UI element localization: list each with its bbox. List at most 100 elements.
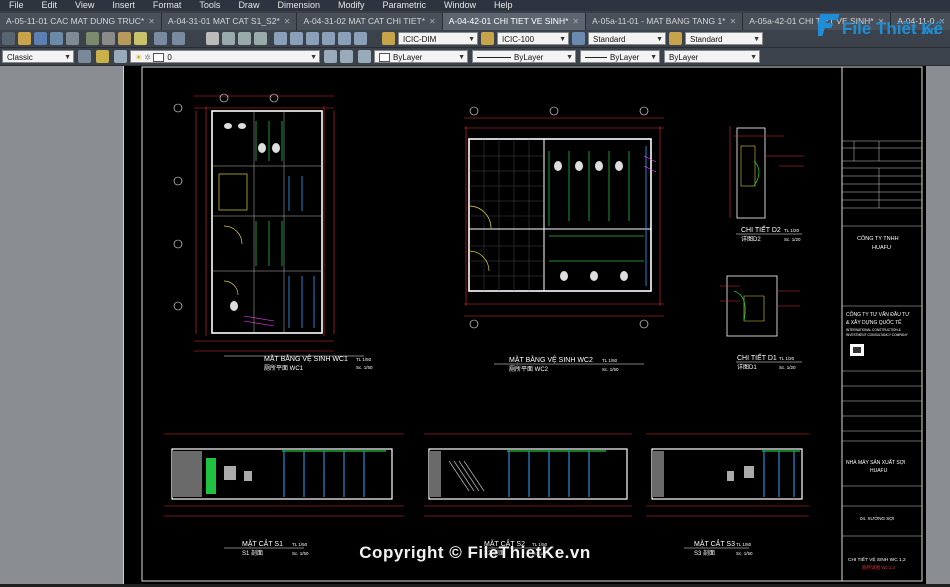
- zoom-previous-icon[interactable]: [254, 32, 267, 45]
- menu-item-view[interactable]: View: [66, 0, 103, 11]
- menu-item-edit[interactable]: Edit: [33, 0, 67, 11]
- detail-d1: CHI TIẾT D1 TL 1/20 详图D1 Sc. 1/20: [720, 275, 802, 371]
- layer-dropdown[interactable]: ☀ ✲ 0 ▼: [130, 50, 320, 63]
- color-value: ByLayer: [393, 53, 423, 62]
- plotstyle-dropdown[interactable]: ByLayer ▼: [664, 50, 760, 63]
- document-tab[interactable]: A-04-42-01 CHI TIET VE SINH* ✕: [442, 13, 587, 30]
- document-tab[interactable]: A-05a-11-01 - MAT BANG TANG 1* ✕: [586, 13, 744, 30]
- redo-icon[interactable]: [172, 32, 185, 45]
- print-icon[interactable]: [50, 32, 63, 45]
- document-tab-bar: A-05-11-01 CAC MAT DUNG TRUC* ✕ A-04-31-01…: [0, 11, 950, 30]
- layer-properties-icon[interactable]: [96, 50, 109, 63]
- match-properties-icon[interactable]: [134, 32, 147, 45]
- open-file-icon[interactable]: [18, 32, 31, 45]
- cut-icon[interactable]: [86, 32, 99, 45]
- print-preview-icon[interactable]: [66, 32, 79, 45]
- layer-tools-icon[interactable]: [358, 50, 371, 63]
- plan-wc1: MẶT BẰNG VỆ SINH WC1 TL 1/50 厕所平面 WC1 Sc…: [173, 93, 373, 372]
- copy-icon[interactable]: [102, 32, 115, 45]
- design-center-icon[interactable]: [290, 32, 303, 45]
- layer-state-icon[interactable]: [114, 50, 127, 63]
- document-tab[interactable]: A-04-31-02 MAT CAT CHI TIET* ✕: [297, 13, 443, 30]
- layer-previous-icon[interactable]: [340, 50, 353, 63]
- textstyle-dropdown[interactable]: ICIC-100 ▼: [497, 32, 569, 45]
- paste-icon[interactable]: [118, 32, 131, 45]
- workspace-value: Classic: [7, 53, 33, 62]
- detail-d2-sc: Sc. 1/20: [784, 237, 801, 242]
- chevron-down-icon: ▼: [64, 54, 71, 61]
- menu-item-draw[interactable]: Draw: [229, 0, 268, 11]
- detail-d2: CHI TIẾT D2 TL 1/20 详图D2 Sc. 1/20: [729, 126, 804, 243]
- drawing-canvas[interactable]: MẶT BẰNG VỆ SINH WC1 TL 1/50 厕所平面 WC1 Sc…: [0, 66, 950, 584]
- tablestyle-dropdown[interactable]: Standard ▼: [588, 32, 666, 45]
- document-tab[interactable]: A-05-11-01 CAC MAT DUNG TRUC* ✕: [0, 13, 162, 30]
- section-s2: MẶT CẮT S2 TL 1/50 S2 剖面 Sc. 1/50: [424, 433, 632, 557]
- menu-item-modify[interactable]: Modify: [329, 0, 374, 11]
- cad-drawing: MẶT BẰNG VỆ SINH WC1 TL 1/50 厕所平面 WC1 Sc…: [141, 66, 923, 582]
- mleaderstyle-dropdown[interactable]: Standard ▼: [685, 32, 763, 45]
- detail-d1-scale: TL 1/20: [779, 356, 795, 361]
- plan-wc2-title: MẶT BẰNG VỆ SINH WC2: [509, 355, 593, 364]
- paper-space-background-left: [0, 66, 123, 584]
- plan-wc2-sc: Sc. 1/50: [602, 367, 619, 372]
- lineweight-dropdown[interactable]: ByLayer ▼: [580, 50, 660, 63]
- layout-sheet: MẶT BẰNG VỆ SINH WC1 TL 1/50 厕所平面 WC1 Sc…: [123, 66, 926, 584]
- plan-wc1-sc: Sc. 1/50: [356, 365, 373, 370]
- plan-wc2-subtitle: 厕所平面 WC2: [509, 365, 549, 373]
- textstyle-icon: [481, 32, 494, 45]
- zoom-realtime-icon[interactable]: [222, 32, 235, 45]
- close-icon[interactable]: ✕: [148, 13, 155, 30]
- zoom-window-icon[interactable]: [238, 32, 251, 45]
- close-icon[interactable]: ✕: [572, 13, 579, 30]
- mleaderstyle-icon: [669, 32, 682, 45]
- pan-icon[interactable]: [206, 32, 219, 45]
- document-tab[interactable]: A-04-31-01 MAT CAT S1_S2* ✕: [161, 13, 298, 30]
- linetype-sample: [477, 57, 511, 59]
- color-dropdown[interactable]: ByLayer ▼: [374, 50, 468, 63]
- workspace-settings-icon[interactable]: [78, 50, 91, 63]
- calculator-icon[interactable]: [354, 32, 367, 45]
- standard-toolbar: ICIC-DIM ▼ ICIC-100 ▼ Standard ▼ Standard ▼: [0, 30, 950, 48]
- tablestyle-value: Standard: [593, 35, 626, 44]
- detail-d1-sc: Sc. 1/20: [779, 365, 796, 370]
- sheet-set-icon[interactable]: [322, 32, 335, 45]
- paper-space-background-right: [925, 66, 950, 584]
- linetype-dropdown[interactable]: ByLayer ▼: [472, 50, 576, 63]
- lightbulb-icon: ☀: [135, 53, 143, 62]
- chevron-down-icon: ▼: [753, 36, 760, 43]
- plotstyle-value: ByLayer: [669, 53, 699, 62]
- document-tab-label: A-05-11-01 CAC MAT DUNG TRUC*: [6, 16, 145, 26]
- close-icon[interactable]: ✕: [429, 13, 436, 30]
- detail-d2-title: CHI TIẾT D2: [741, 224, 781, 234]
- menu-item-dimension[interactable]: Dimension: [268, 0, 329, 11]
- chevron-down-icon: ▼: [650, 54, 657, 61]
- workspace-dropdown[interactable]: Classic ▼: [2, 50, 74, 63]
- lineweight-value: ByLayer: [610, 53, 640, 62]
- consultant-name-2: & XÂY DỰNG QUỐC TẾ: [846, 319, 902, 326]
- new-file-icon[interactable]: [2, 32, 15, 45]
- sheet-border: [141, 66, 923, 582]
- menu-item-parametric[interactable]: Parametric: [374, 0, 436, 11]
- menu-item-tools[interactable]: Tools: [190, 0, 229, 11]
- properties-icon[interactable]: [274, 32, 287, 45]
- plan-wc2: MẶT BẰNG VỆ SINH WC2 TL 1/50 厕所平面 WC2 Sc…: [464, 106, 664, 373]
- brand-logo-suffix: .vn: [921, 25, 937, 37]
- close-icon[interactable]: ✕: [284, 13, 291, 30]
- plan-wc1-subtitle: 厕所平面 WC1: [264, 364, 304, 372]
- tool-palettes-icon[interactable]: [306, 32, 319, 45]
- save-icon[interactable]: [34, 32, 47, 45]
- menu-item-help[interactable]: Help: [485, 0, 522, 11]
- menu-item-insert[interactable]: Insert: [103, 0, 144, 11]
- layer-color-swatch: [153, 53, 165, 62]
- section-s3: MẶT CẮT S3 TL 1/50 S3 剖面 Sc. 1/50: [646, 433, 809, 557]
- chevron-down-icon: ▼: [750, 54, 757, 61]
- menu-item-file[interactable]: File: [0, 0, 33, 11]
- menu-item-format[interactable]: Format: [144, 0, 191, 11]
- dimstyle-dropdown[interactable]: ICIC-DIM ▼: [398, 32, 478, 45]
- close-icon[interactable]: ✕: [729, 13, 736, 30]
- make-current-layer-icon[interactable]: [324, 50, 337, 63]
- chevron-down-icon: ▼: [566, 54, 573, 61]
- menu-item-window[interactable]: Window: [435, 0, 485, 11]
- undo-icon[interactable]: [154, 32, 167, 45]
- markup-icon[interactable]: [338, 32, 351, 45]
